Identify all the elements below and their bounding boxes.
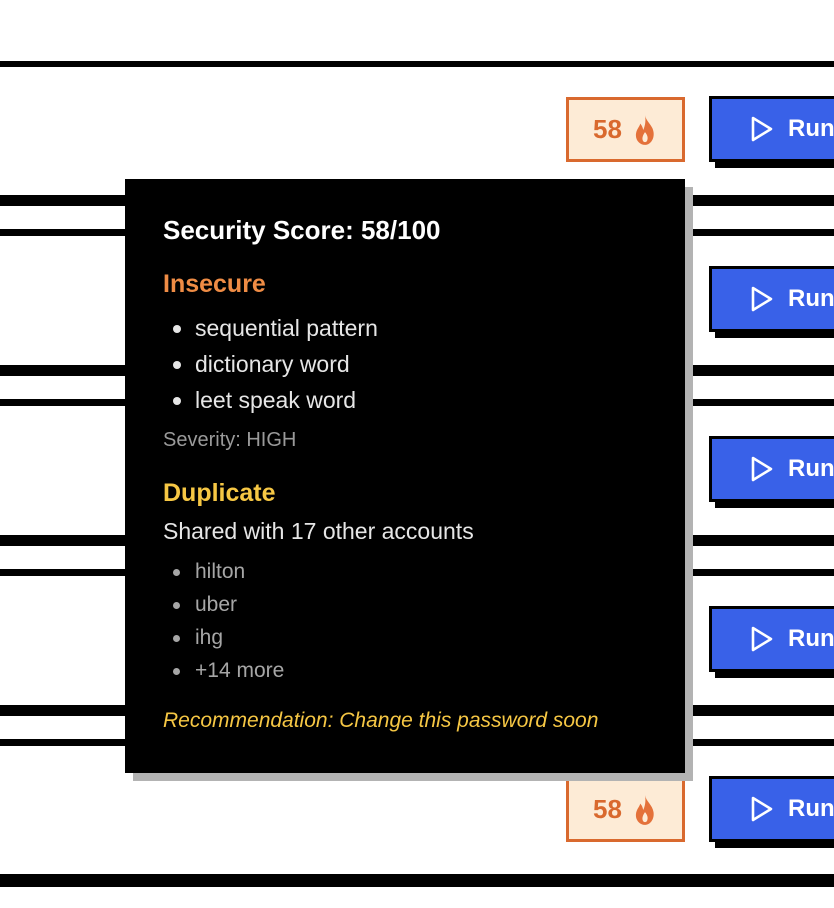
score-value: 58 [593, 794, 622, 824]
severity-label: Severity: HIGH [163, 429, 297, 451]
recommendation-text: Recommendation: Change this password soo… [163, 709, 599, 732]
account-item: +14 more [163, 654, 647, 687]
run-button-label: Run [788, 625, 834, 652]
issue-list: sequential pattern dictionary word leet … [163, 310, 647, 418]
account-item: hilton [163, 555, 647, 588]
run-button[interactable]: Run [709, 606, 834, 672]
play-icon [751, 796, 773, 822]
run-button-label: Run [788, 285, 834, 312]
run-button-label: Run [788, 115, 834, 142]
play-icon [751, 456, 773, 482]
score-badge[interactable]: 58 [566, 97, 685, 162]
run-button-label: Run [788, 795, 834, 822]
run-button[interactable]: Run [709, 266, 834, 332]
run-button[interactable]: Run [709, 436, 834, 502]
account-item: ihg [163, 621, 647, 654]
play-icon [751, 116, 773, 142]
play-icon [751, 286, 773, 312]
play-icon [751, 626, 773, 652]
score-value: 58 [593, 114, 622, 144]
issue-item: sequential pattern [163, 310, 647, 346]
run-button[interactable]: Run [709, 96, 834, 162]
run-button-label: Run [788, 455, 834, 482]
flame-icon [635, 794, 654, 825]
account-item: uber [163, 588, 647, 621]
duplicate-heading: Duplicate [163, 479, 276, 507]
security-score-tooltip: Security Score: 58/100 Insecure sequenti… [125, 179, 685, 773]
issue-item: dictionary word [163, 346, 647, 382]
run-button[interactable]: Run [709, 776, 834, 842]
score-badge[interactable]: 58 [566, 777, 685, 842]
insecure-heading: Insecure [163, 270, 266, 298]
shared-accounts-text: Shared with 17 other accounts [163, 518, 474, 544]
row-divider [0, 61, 834, 67]
row-divider [0, 874, 834, 887]
issue-item: leet speak word [163, 382, 647, 418]
account-list: hilton uber ihg +14 more [163, 555, 647, 687]
flame-icon [635, 114, 654, 145]
tooltip-title: Security Score: 58/100 [163, 215, 441, 245]
